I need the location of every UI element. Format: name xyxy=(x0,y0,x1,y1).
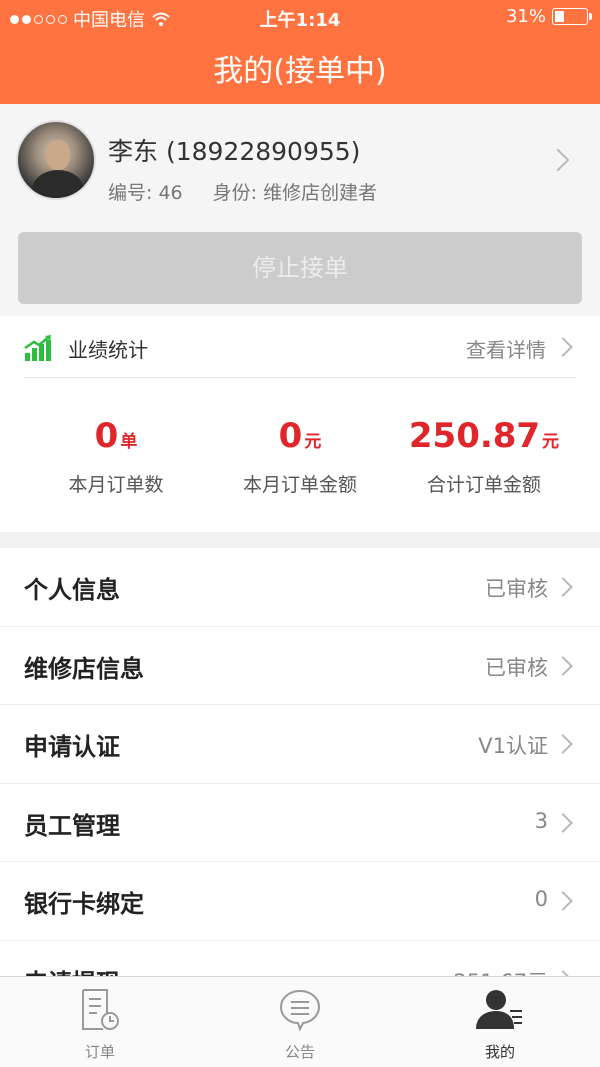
performance-stats-card: 业绩统计 查看详情 0单 本月订单数 0元 本月订单金额 250.87 元 合计订… xyxy=(0,316,600,532)
stop-button-area: 停止接单 xyxy=(0,216,600,316)
tab-bar: 订单 公告 我的 xyxy=(0,976,600,1067)
menu-item-label: 银行卡绑定 xyxy=(24,890,144,918)
stat-total-amount: 250.87 元 合计订单金额 xyxy=(384,416,584,497)
menu-item-value: 0 xyxy=(534,887,548,911)
chevron-right-icon xyxy=(553,655,573,676)
settings-menu: 个人信息 已审核 维修店信息 已审核 申请认证 V1认证 员工管理 3 银行卡绑… xyxy=(0,548,600,1019)
my-page: 中国电信 上午1:14 31% 我的(接单中) 李东 (18922890955) xyxy=(0,0,600,1067)
chevron-right-icon xyxy=(553,337,573,357)
tab-announcements[interactable]: 公告 xyxy=(200,977,400,1067)
page-title: 我的(接单中) xyxy=(213,54,387,89)
stats-title: 业绩统计 xyxy=(68,338,148,362)
view-details-link[interactable]: 查看详情 xyxy=(466,334,546,363)
stat-unit: 元 xyxy=(304,432,322,452)
menu-item-value: 3 xyxy=(534,808,548,833)
order-icon xyxy=(82,989,119,1030)
profile-icon xyxy=(476,990,522,1029)
menu-item-label: 申请认证 xyxy=(24,733,120,761)
stat-value: 250.87 xyxy=(408,416,541,456)
chevron-right-icon xyxy=(553,577,573,597)
chevron-right-icon xyxy=(553,812,573,833)
stat-value: 0 xyxy=(94,416,119,456)
battery-icon xyxy=(552,8,592,25)
stat-unit: 元 xyxy=(542,432,560,452)
bar-chart-icon xyxy=(24,335,51,361)
profile-card[interactable]: 李东 (18922890955) 编号: 46 身份: 维修店创建者 xyxy=(0,104,600,216)
stats-header[interactable]: 业绩统计 查看详情 xyxy=(24,316,576,378)
menu-item-value: 已审核 xyxy=(485,577,548,601)
menu-item-value: 已审核 xyxy=(485,655,548,680)
battery-percent: 31% xyxy=(505,6,546,27)
chevron-right-icon xyxy=(546,148,570,172)
chevron-right-icon xyxy=(553,734,573,754)
announcement-icon xyxy=(279,989,321,1032)
tab-label: 公告 xyxy=(284,1043,315,1061)
tab-orders[interactable]: 订单 xyxy=(0,977,200,1067)
menu-item-label: 个人信息 xyxy=(24,576,120,604)
menu-item-bank-card[interactable]: 银行卡绑定 0 xyxy=(0,862,600,941)
chevron-right-icon xyxy=(553,891,573,911)
stat-value: 0 xyxy=(278,416,303,456)
header: 中国电信 上午1:14 31% 我的(接单中) xyxy=(0,0,600,104)
menu-item-value: V1认证 xyxy=(478,734,548,758)
stat-label: 本月订单数 xyxy=(68,474,164,496)
stop-orders-button[interactable]: 停止接单 xyxy=(18,232,582,304)
status-bar: 中国电信 上午1:14 31% xyxy=(0,0,600,34)
menu-item-certification[interactable]: 申请认证 V1认证 xyxy=(0,705,600,784)
tab-label: 订单 xyxy=(84,1043,115,1061)
menu-item-personal-info[interactable]: 个人信息 已审核 xyxy=(0,548,600,627)
profile-id: 编号: 46 xyxy=(108,182,183,204)
menu-item-label: 员工管理 xyxy=(24,811,120,840)
menu-item-shop-info[interactable]: 维修店信息 已审核 xyxy=(0,627,600,705)
stat-label: 合计订单金额 xyxy=(426,474,541,496)
profile-name: 李东 (18922890955) xyxy=(108,137,361,166)
profile-role: 身份: 维修店创建者 xyxy=(212,182,378,204)
battery-fill xyxy=(555,11,565,22)
menu-item-staff[interactable]: 员工管理 3 xyxy=(0,784,600,862)
tab-mine[interactable]: 我的 xyxy=(400,977,600,1067)
menu-item-label: 维修店信息 xyxy=(24,654,144,683)
stat-monthly-amount: 0元 本月订单金额 xyxy=(200,416,400,497)
stat-label: 本月订单金额 xyxy=(242,474,357,496)
stat-monthly-orders: 0单 本月订单数 xyxy=(16,416,216,497)
stat-unit: 单 xyxy=(120,432,138,452)
tab-label: 我的 xyxy=(484,1043,515,1061)
avatar[interactable] xyxy=(16,120,96,200)
